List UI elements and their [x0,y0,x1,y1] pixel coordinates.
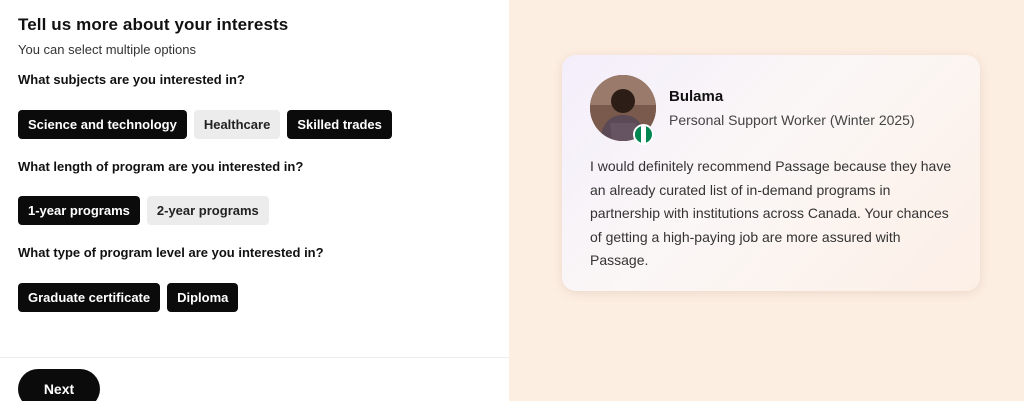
nigeria-flag-icon [633,124,654,145]
question-level-label: What type of program level are you inter… [18,245,324,260]
question-subjects-label: What subjects are you interested in? [18,72,245,87]
option-1-year-programs[interactable]: 1-year programs [18,196,140,225]
option-skilled-trades[interactable]: Skilled trades [287,110,392,139]
option-diploma[interactable]: Diploma [167,283,239,312]
testimonial-quote: I would definitely recommend Passage bec… [590,158,952,268]
testimonial-role: Personal Support Worker (Winter 2025) [669,112,915,128]
next-button[interactable]: Next [18,369,100,401]
interests-form-panel: Tell us more about your interests You ca… [0,0,509,401]
question-length-label: What length of program are you intereste… [18,159,304,174]
flag-stripe-right [646,126,652,143]
option-2-year-programs[interactable]: 2-year programs [146,196,269,225]
testimonial-card: Bulama Personal Support Worker (Winter 2… [562,55,980,291]
page-title: Tell us more about your interests [18,15,289,34]
level-options: Graduate certificate Diploma [18,283,239,312]
option-science-and-technology[interactable]: Science and technology [18,110,187,139]
option-healthcare[interactable]: Healthcare [193,110,281,139]
option-graduate-certificate[interactable]: Graduate certificate [18,283,161,312]
page-subtitle: You can select multiple options [18,42,197,57]
length-options: 1-year programs 2-year programs [18,196,269,225]
footer-divider [0,357,509,358]
subjects-options: Science and technology Healthcare Skille… [18,110,392,139]
testimonial-name: Bulama [669,88,724,105]
